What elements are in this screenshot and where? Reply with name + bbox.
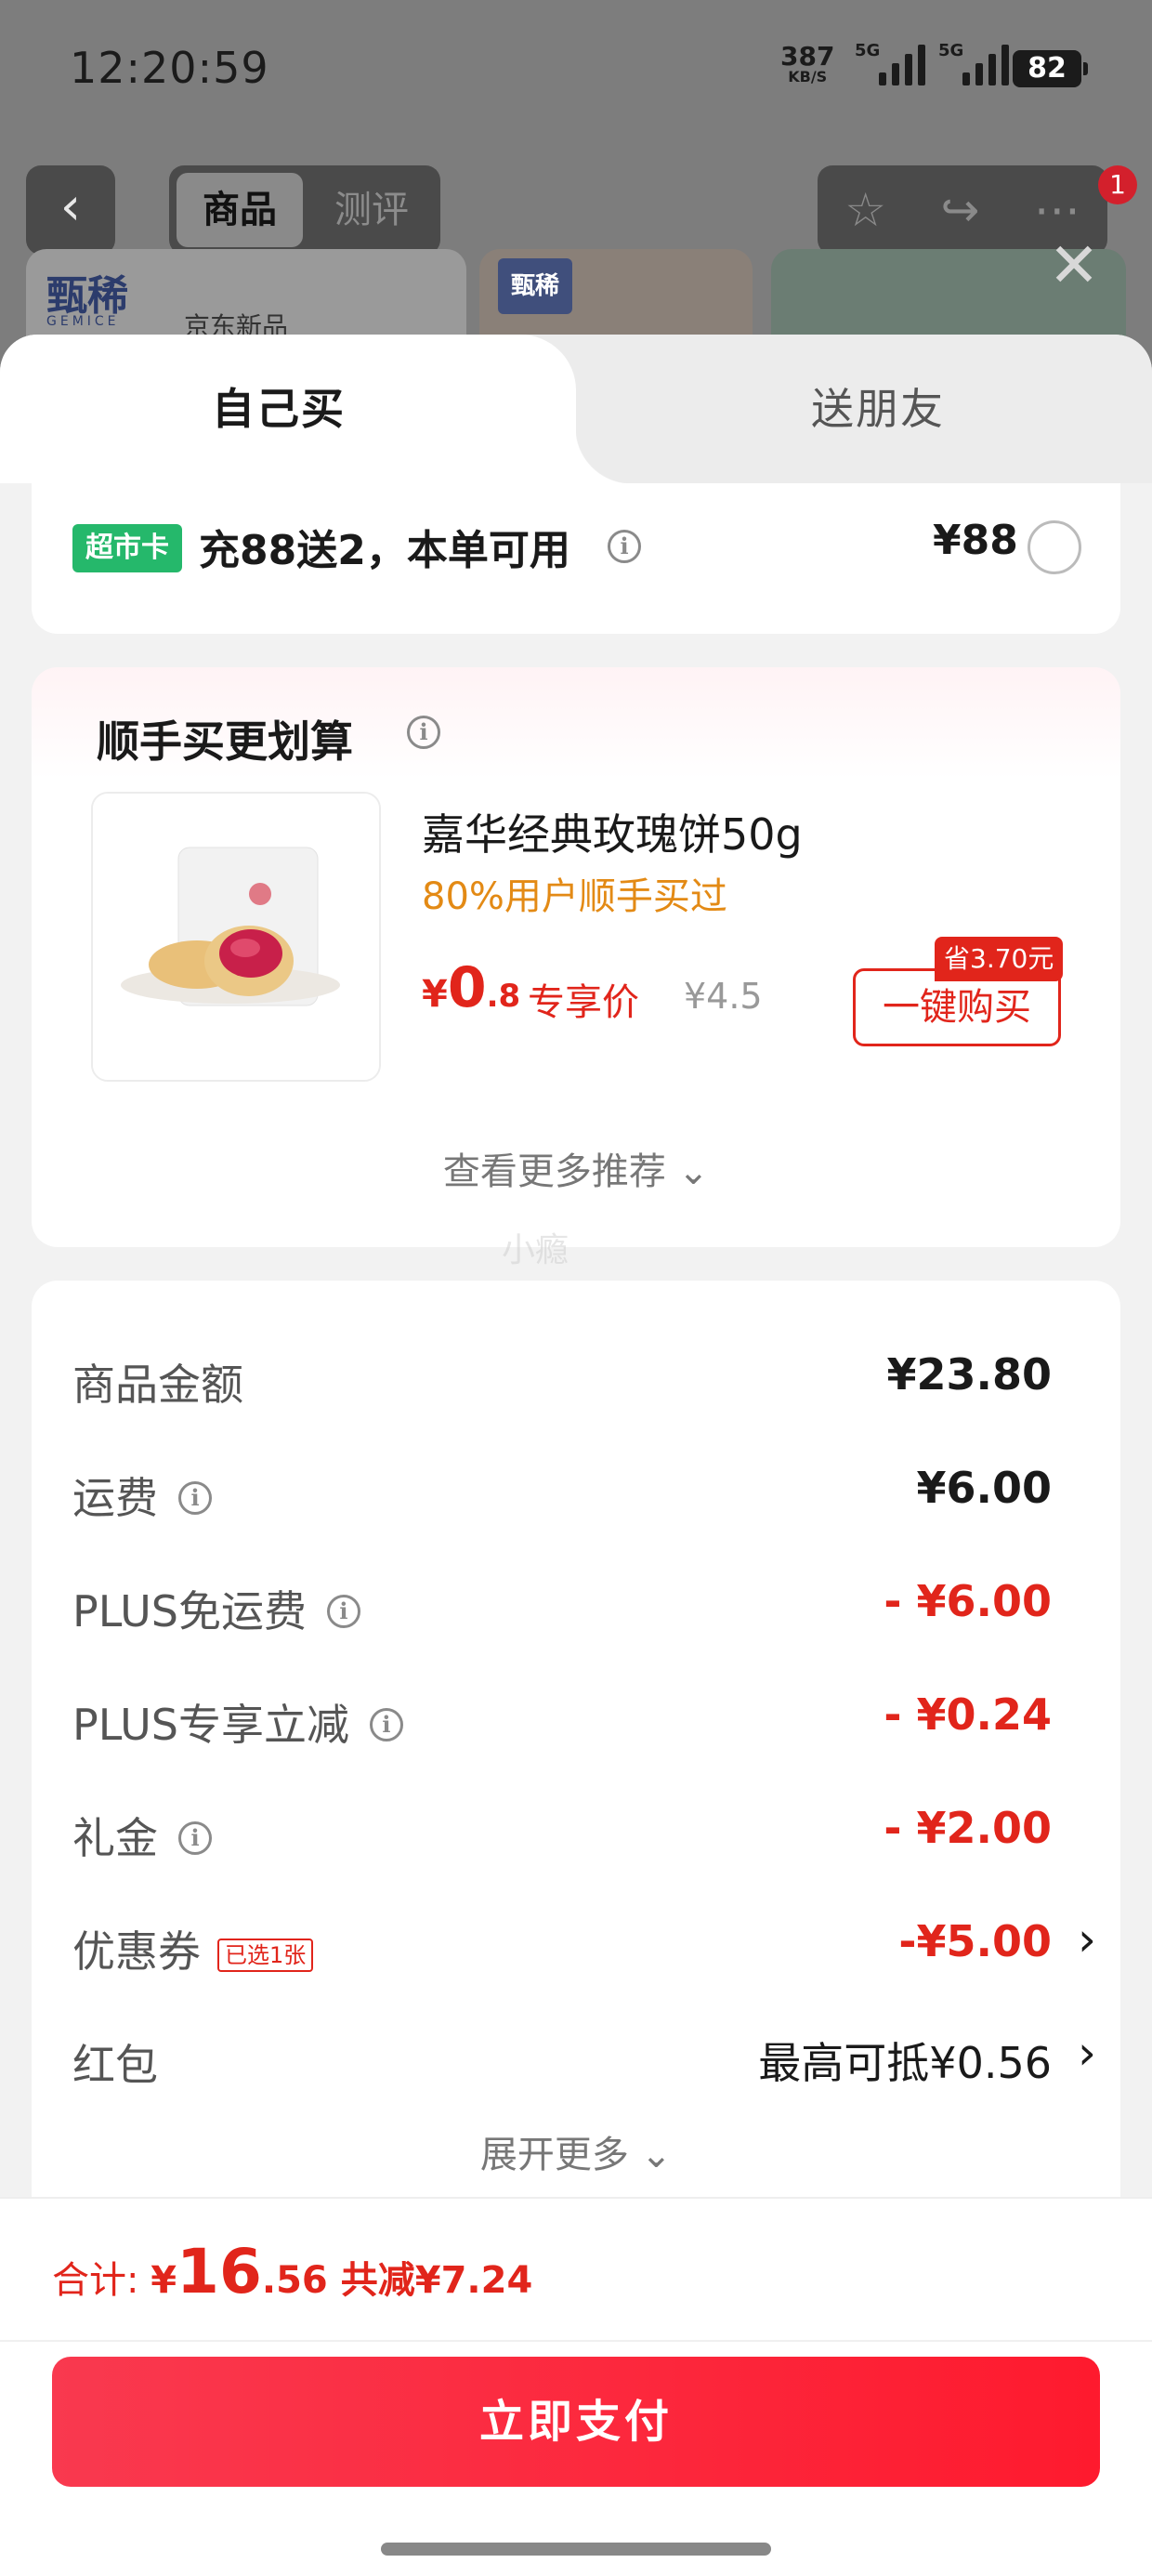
home-indicator xyxy=(381,2543,771,2556)
recommend-product-name[interactable]: 嘉华经典玫瑰饼50g xyxy=(422,801,803,862)
price-summary: 商品金额 ¥23.80 运费 i ¥6.00 PLUS免运费 i - ¥6.00 P… xyxy=(32,1281,1120,2247)
topup-price: ¥88 xyxy=(933,517,1018,564)
topup-offer-text: 充88送2，本单可用 xyxy=(199,527,570,574)
row-goods-amount: 商品金额 ¥23.80 xyxy=(72,1349,1052,1410)
watermark: 小瘾 xyxy=(502,1231,569,1269)
total-discount: 共减¥7.24 xyxy=(340,2259,533,2302)
recommend-price: ¥0.8 xyxy=(422,955,521,1020)
pay-now-button[interactable]: 立即支付 xyxy=(52,2357,1100,2487)
brand-logo-sub: GEMICE xyxy=(46,314,120,329)
row-plus-free-shipping: PLUS免运费 i - ¥6.00 xyxy=(72,1576,1052,1636)
supermarket-card-chip: 超市卡 xyxy=(72,524,182,572)
checkout-footer: 合计: ¥16.56 共减¥7.24 立即支付 xyxy=(0,2197,1152,2576)
share-icon[interactable]: ↪ xyxy=(940,183,979,237)
info-icon[interactable]: i xyxy=(326,1594,360,1628)
rose-cake-image xyxy=(93,794,379,1080)
order-total: 合计: ¥16.56 共减¥7.24 xyxy=(52,2236,533,2307)
topup-radio[interactable] xyxy=(1028,520,1081,574)
purchase-type-tabs: 送朋友 自己买 xyxy=(0,335,1152,483)
info-icon[interactable]: i xyxy=(178,1480,212,1515)
recommend-tip: 80%用户顺手买过 xyxy=(422,875,727,918)
info-icon[interactable]: i xyxy=(178,1820,212,1855)
chevron-right-icon: › xyxy=(1078,1912,1096,1966)
row-coupon[interactable]: 优惠券 已选1张 -¥5.00 › xyxy=(72,1907,1113,1981)
info-icon[interactable]: i xyxy=(369,1707,403,1741)
brand-logo-small: 甄稀 xyxy=(498,258,572,314)
brand-logo: 甄稀 xyxy=(46,272,128,320)
chevron-right-icon: › xyxy=(1078,2026,1096,2080)
close-icon[interactable]: ✕ xyxy=(1048,235,1100,296)
tab-product[interactable]: 商品 xyxy=(177,173,303,247)
info-icon[interactable]: i xyxy=(608,530,641,563)
tab-review[interactable]: 测评 xyxy=(308,173,435,247)
product-tabs: 商品 测评 xyxy=(169,165,440,255)
tab-buy-self[interactable]: 自己买 xyxy=(0,335,632,483)
status-bar: 12:20:59 387 KB/S 5G 5G 82 xyxy=(0,0,1152,139)
coupon-selected-tag: 已选1张 xyxy=(217,1938,314,1972)
original-price: ¥4.5 xyxy=(684,976,763,1017)
more-recommendations-link[interactable]: 查看更多推荐 ⌄ xyxy=(32,1141,1120,1195)
row-red-packet[interactable]: 红包 最高可抵¥0.56 › xyxy=(72,2020,1113,2095)
add-on-recommendation: 顺手买更划算 i 嘉华经典玫瑰饼50g 80%用户顺手买过 ¥0.8 专享价 ¥… xyxy=(32,667,1120,1247)
expand-more-link[interactable]: 展开更多 ⌄ xyxy=(32,2124,1120,2178)
notification-badge: 1 xyxy=(1098,165,1137,204)
row-plus-discount: PLUS专享立减 i - ¥0.24 xyxy=(72,1689,1052,1750)
savings-badge: 省3.70元 xyxy=(935,937,1064,981)
clock: 12:20:59 xyxy=(70,43,269,93)
tab-gift-friend[interactable]: 送朋友 xyxy=(604,335,1152,483)
recommend-title: 顺手买更划算 xyxy=(97,716,353,767)
battery-icon: 82 xyxy=(1013,50,1088,87)
supermarket-card-offer[interactable]: 超市卡 充88送2，本单可用 i ¥88 xyxy=(32,483,1120,634)
net-speed-unit: KB/S xyxy=(788,68,828,85)
back-button[interactable]: ‹ xyxy=(26,165,115,255)
favorite-icon[interactable]: ☆ xyxy=(844,183,886,237)
divider xyxy=(0,2340,1152,2342)
network-speed: 387 KB/S xyxy=(780,44,834,85)
info-icon[interactable]: i xyxy=(407,716,440,749)
product-image[interactable] xyxy=(91,792,381,1082)
row-shipping: 运费 i ¥6.00 xyxy=(72,1463,1052,1523)
row-gift-money: 礼金 i - ¥2.00 xyxy=(72,1803,1052,1863)
exclusive-price-label: 专享价 xyxy=(528,981,639,1024)
